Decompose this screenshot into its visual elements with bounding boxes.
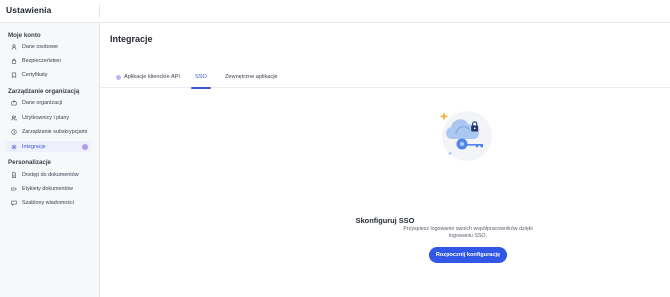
sidebar-item-integrations[interactable]: Integracje [5, 141, 91, 152]
sidebar-item-document-access[interactable]: Dostęp do dokumentów [5, 169, 91, 180]
tab-sso[interactable]: SSO [191, 66, 211, 89]
sidebar-item-label: Integracje [22, 143, 46, 150]
page-title: Integracje [110, 34, 153, 44]
sidebar-item-message-templates[interactable]: Szablony wiadomości [5, 197, 91, 208]
sso-empty-state: Skonfiguruj SSO Przyspiesz logowanie swo… [100, 88, 670, 297]
message-icon [9, 198, 18, 207]
sso-description: Przyspiesz logowanie swoich współpracown… [403, 226, 533, 240]
tab-external-apps[interactable]: Zewnętrzne aplikacje [225, 66, 278, 88]
sidebar-item-organization-data[interactable]: Dane organizacji [5, 97, 91, 108]
sidebar-item-document-labels[interactable]: Etykiety dokumentów [5, 183, 91, 194]
integrations-icon [9, 142, 18, 151]
tab-label: Aplikacje klienckíe API [124, 74, 180, 80]
briefcase-icon [9, 98, 18, 107]
tab-client-api-apps[interactable]: Aplikacje klienckíe API [116, 66, 180, 88]
sidebar-item-label: Szablony wiadomości [22, 199, 74, 206]
sidebar-item-label: Użytkownicy i plany [22, 114, 70, 121]
sidebar-section-my-account: Moje konto [8, 32, 41, 39]
document-icon [9, 170, 18, 179]
cloud-lock-key-icon [438, 108, 494, 162]
sidebar-item-label: Zarządzanie subskrypcjami [22, 128, 88, 135]
subscription-icon [9, 127, 18, 136]
sidebar-item-label: Dane organizacji [22, 99, 63, 106]
new-badge-icon [116, 74, 121, 80]
sidebar-item-users-plans[interactable]: Użytkownicy i plany [5, 112, 91, 123]
sidebar-item-subscriptions[interactable]: Zarządzanie subskrypcjami [5, 126, 91, 137]
main-content: Integracje Aplikacje klienckíe API SSO … [100, 23, 670, 297]
sidebar: Moje konto Dane osobowe Bezpieczeństwo C… [0, 23, 100, 297]
user-icon [9, 42, 18, 51]
tab-label: Zewnętrzne aplikacje [225, 74, 278, 80]
settings-app: Ustawienia Moje konto Dane osobowe Bezpi… [0, 0, 670, 297]
certificate-icon [9, 70, 18, 79]
tab-bar: Aplikacje klienckíe API SSO Zewnętrzne … [100, 66, 670, 89]
sso-title: Skonfiguruj SSO [355, 216, 415, 225]
users-icon [9, 113, 18, 122]
sidebar-section-personalization: Personalizacje [8, 159, 51, 166]
sidebar-item-personal-data[interactable]: Dane osobowe [5, 41, 91, 52]
sidebar-item-label: Dane osobowe [22, 43, 58, 50]
sidebar-item-security[interactable]: Bezpieczeństwo [5, 55, 91, 66]
top-bar-divider [99, 4, 100, 18]
sidebar-section-organization: Zarządzanie organizacją [8, 88, 80, 95]
tab-label: SSO [195, 74, 207, 80]
sidebar-item-label: Dostęp do dokumentów [22, 171, 79, 178]
lock-icon [9, 56, 18, 65]
start-configuration-button[interactable]: Rozpocznij konfigurację [429, 247, 507, 263]
sidebar-item-label: Etykiety dokumentów [22, 185, 73, 192]
sidebar-item-certificates[interactable]: Certyfikaty [5, 69, 91, 80]
sidebar-item-label: Bezpieczeństwo [22, 57, 61, 64]
top-bar: Ustawienia [0, 0, 670, 23]
sidebar-item-label: Certyfikaty [22, 71, 48, 78]
new-badge-icon [82, 143, 88, 150]
tag-icon [9, 184, 18, 193]
app-title: Ustawienia [6, 5, 52, 15]
